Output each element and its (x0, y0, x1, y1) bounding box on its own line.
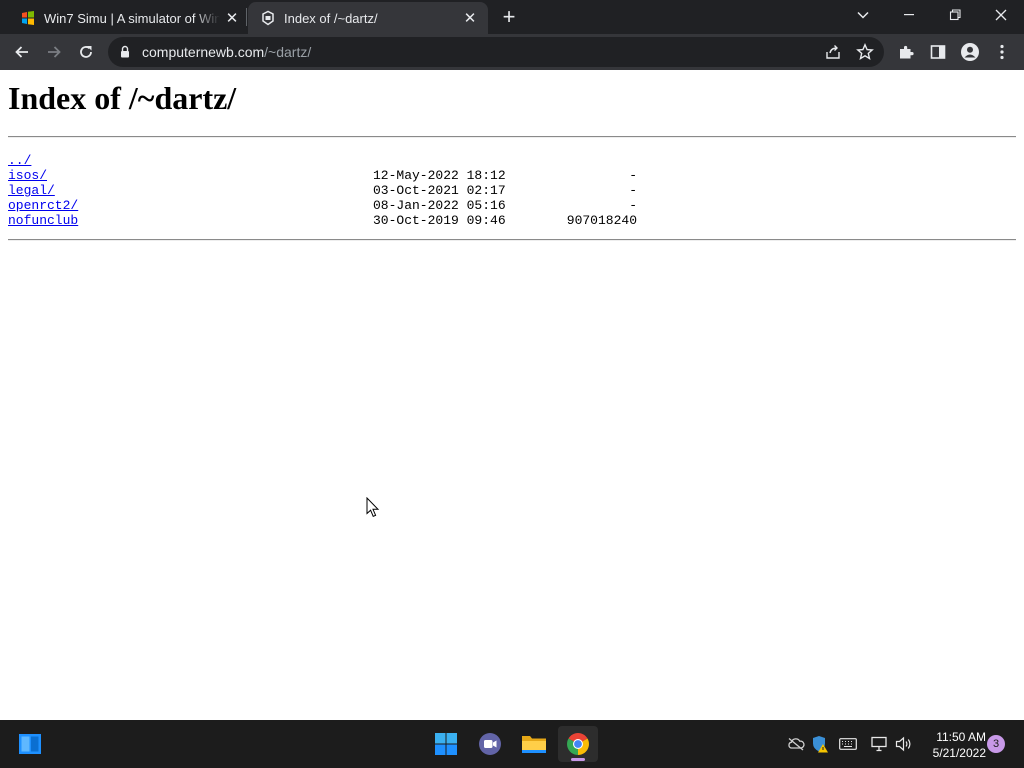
windows-logo-icon (22, 11, 34, 25)
side-panel-button[interactable] (924, 38, 952, 66)
tab-index-of-dartz[interactable]: Index of /~dartz/ ✕ (248, 2, 488, 34)
side-panel-icon (930, 45, 946, 59)
close-window-button[interactable] (978, 0, 1024, 30)
entry-size: - (629, 168, 637, 183)
reload-button[interactable] (72, 38, 100, 66)
close-tab-icon[interactable]: ✕ (220, 9, 244, 27)
active-app-indicator (571, 758, 585, 761)
menu-button[interactable] (988, 38, 1016, 66)
tab-win7-simu[interactable]: Win7 Simu | A simulator of Windows 7 ✕ (0, 2, 246, 34)
url-text: computernewb.com/~dartz/ (142, 44, 311, 60)
parent-directory-link[interactable]: ../ (8, 153, 31, 168)
file-explorer-icon (522, 736, 546, 753)
keyboard-icon (839, 738, 857, 750)
bottom-divider (8, 239, 1016, 241)
chrome-icon (567, 733, 589, 755)
touch-keyboard-button[interactable] (838, 734, 858, 754)
entry-size: - (629, 183, 637, 198)
start-grid-icon (435, 733, 457, 755)
entry-link-openrct2[interactable]: openrct2/ (8, 198, 78, 213)
bookmark-star-icon[interactable] (856, 43, 874, 61)
listing-row: legal/ 03-Oct-2021 02:17 - (8, 183, 648, 198)
forward-button[interactable] (40, 38, 68, 66)
entry-link-nofunclub[interactable]: nofunclub (8, 213, 78, 228)
url-host: computernewb.com (142, 44, 265, 60)
url-path: /~dartz/ (264, 44, 312, 60)
entry-date: 30-Oct-2019 09:46 (373, 213, 506, 228)
tab-title: Win7 Simu | A simulator of Windows 7 (44, 10, 220, 26)
tab-strip: Win7 Simu | A simulator of Windows 7 ✕ I… (0, 0, 1024, 34)
windows-start-button[interactable] (426, 726, 466, 762)
clock-time: 11:50 AM (936, 730, 986, 744)
onedrive-icon (788, 737, 805, 751)
system-clock[interactable]: 11:50 AM 5/21/2022 (920, 729, 986, 761)
clock-date: 5/21/2022 (932, 746, 986, 760)
back-button[interactable] (8, 38, 36, 66)
directory-listing: ../ isos/ 12-May-2022 18:12 - legal/ 03-… (8, 153, 648, 228)
entry-link-legal[interactable]: legal/ (8, 183, 55, 198)
teams-chat-icon (479, 733, 501, 755)
listing-row: nofunclub 30-Oct-2019 09:46 907018240 (8, 213, 648, 228)
entry-date: 08-Jan-2022 05:16 (373, 198, 506, 213)
minimize-button[interactable] (886, 0, 932, 30)
network-button[interactable] (870, 734, 890, 754)
reload-icon (80, 46, 92, 58)
taskbar: 11:50 AM 5/21/2022 (0, 720, 1024, 768)
volume-button[interactable] (894, 734, 914, 754)
restore-button[interactable] (932, 0, 978, 30)
entry-date: 12-May-2022 18:12 (373, 168, 506, 183)
tab-title: Index of /~dartz/ (284, 10, 378, 26)
network-icon (871, 736, 887, 752)
listing-row: openrct2/ 08-Jan-2022 05:16 - (8, 198, 648, 213)
volume-icon (895, 736, 911, 752)
minimize-icon (904, 14, 914, 16)
extensions-button[interactable] (892, 38, 920, 66)
close-tab-icon[interactable]: ✕ (458, 9, 482, 27)
profile-avatar-icon (961, 43, 979, 61)
favicon-icon (262, 10, 274, 26)
share-icon[interactable] (824, 43, 842, 61)
tab-separator (246, 8, 247, 26)
entry-size: - (629, 198, 637, 213)
defender-warning-icon (813, 736, 828, 753)
lock-icon[interactable] (120, 45, 130, 58)
entry-size: 907018240 (566, 213, 637, 228)
start-button[interactable] (10, 726, 50, 762)
listing-row: ../ (8, 153, 648, 168)
listing-row: isos/ 12-May-2022 18:12 - (8, 168, 648, 183)
top-divider (8, 136, 1016, 138)
close-icon (995, 9, 1007, 21)
arrow-left-icon (15, 46, 28, 58)
profile-button[interactable] (956, 38, 984, 66)
tab-search-button[interactable] (840, 0, 886, 30)
arrow-right-icon (48, 46, 61, 58)
restore-icon (949, 9, 961, 21)
kebab-menu-icon (1000, 44, 1004, 60)
onedrive-button[interactable] (786, 734, 806, 754)
chat-button[interactable] (470, 726, 510, 762)
entry-link-isos[interactable]: isos/ (8, 168, 47, 183)
address-bar[interactable]: computernewb.com/~dartz/ (108, 37, 884, 67)
page-heading: Index of /~dartz/ (8, 80, 237, 116)
browser-toolbar: computernewb.com/~dartz/ (0, 34, 1024, 70)
start-icon (19, 734, 41, 754)
page-content: Index of /~dartz/ ../ isos/ 12-May-2022 … (0, 70, 1024, 720)
notification-badge[interactable]: 3 (987, 735, 1005, 753)
new-tab-button[interactable]: + (498, 6, 520, 28)
entry-date: 03-Oct-2021 02:17 (373, 183, 506, 198)
chrome-taskbar-button[interactable] (558, 726, 598, 762)
chevron-down-icon (857, 11, 869, 19)
puzzle-piece-icon (900, 45, 914, 59)
security-button[interactable] (810, 734, 830, 754)
mouse-cursor-icon (366, 497, 380, 517)
file-explorer-button[interactable] (514, 726, 554, 762)
